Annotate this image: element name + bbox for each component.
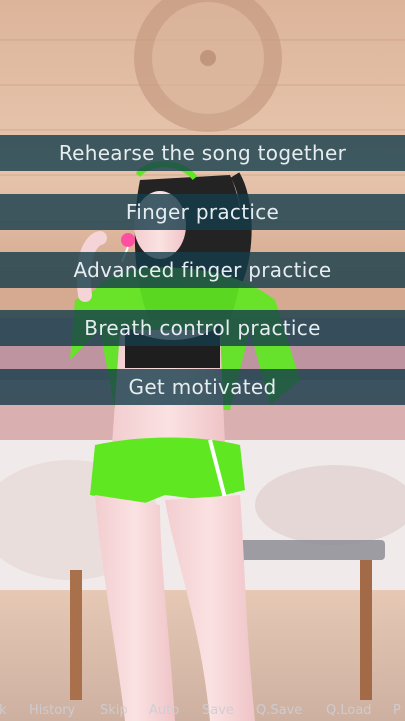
choice-button-finger-practice[interactable]: Finger practice — [0, 194, 405, 230]
choice-button-rehearse[interactable]: Rehearse the song together — [0, 135, 405, 171]
quick-menu-back[interactable]: k — [0, 703, 7, 718]
choice-button-advanced-finger-practice[interactable]: Advanced finger practice — [0, 252, 405, 288]
quick-menu-prefs[interactable]: P — [393, 703, 401, 718]
quick-menu-save[interactable]: Save — [202, 703, 234, 718]
quick-menu-qload[interactable]: Q.Load — [326, 703, 372, 718]
quick-menu-qsave[interactable]: Q.Save — [256, 703, 302, 718]
quick-menu: k History Skip Auto Save Q.Save Q.Load P — [0, 700, 405, 721]
choice-menu: Rehearse the song together Finger practi… — [0, 0, 405, 721]
quick-menu-auto[interactable]: Auto — [149, 703, 179, 718]
quick-menu-history[interactable]: History — [29, 703, 75, 718]
choice-button-breath-control[interactable]: Breath control practice — [0, 310, 405, 346]
quick-menu-skip[interactable]: Skip — [100, 703, 128, 718]
choice-button-get-motivated[interactable]: Get motivated — [0, 369, 405, 405]
